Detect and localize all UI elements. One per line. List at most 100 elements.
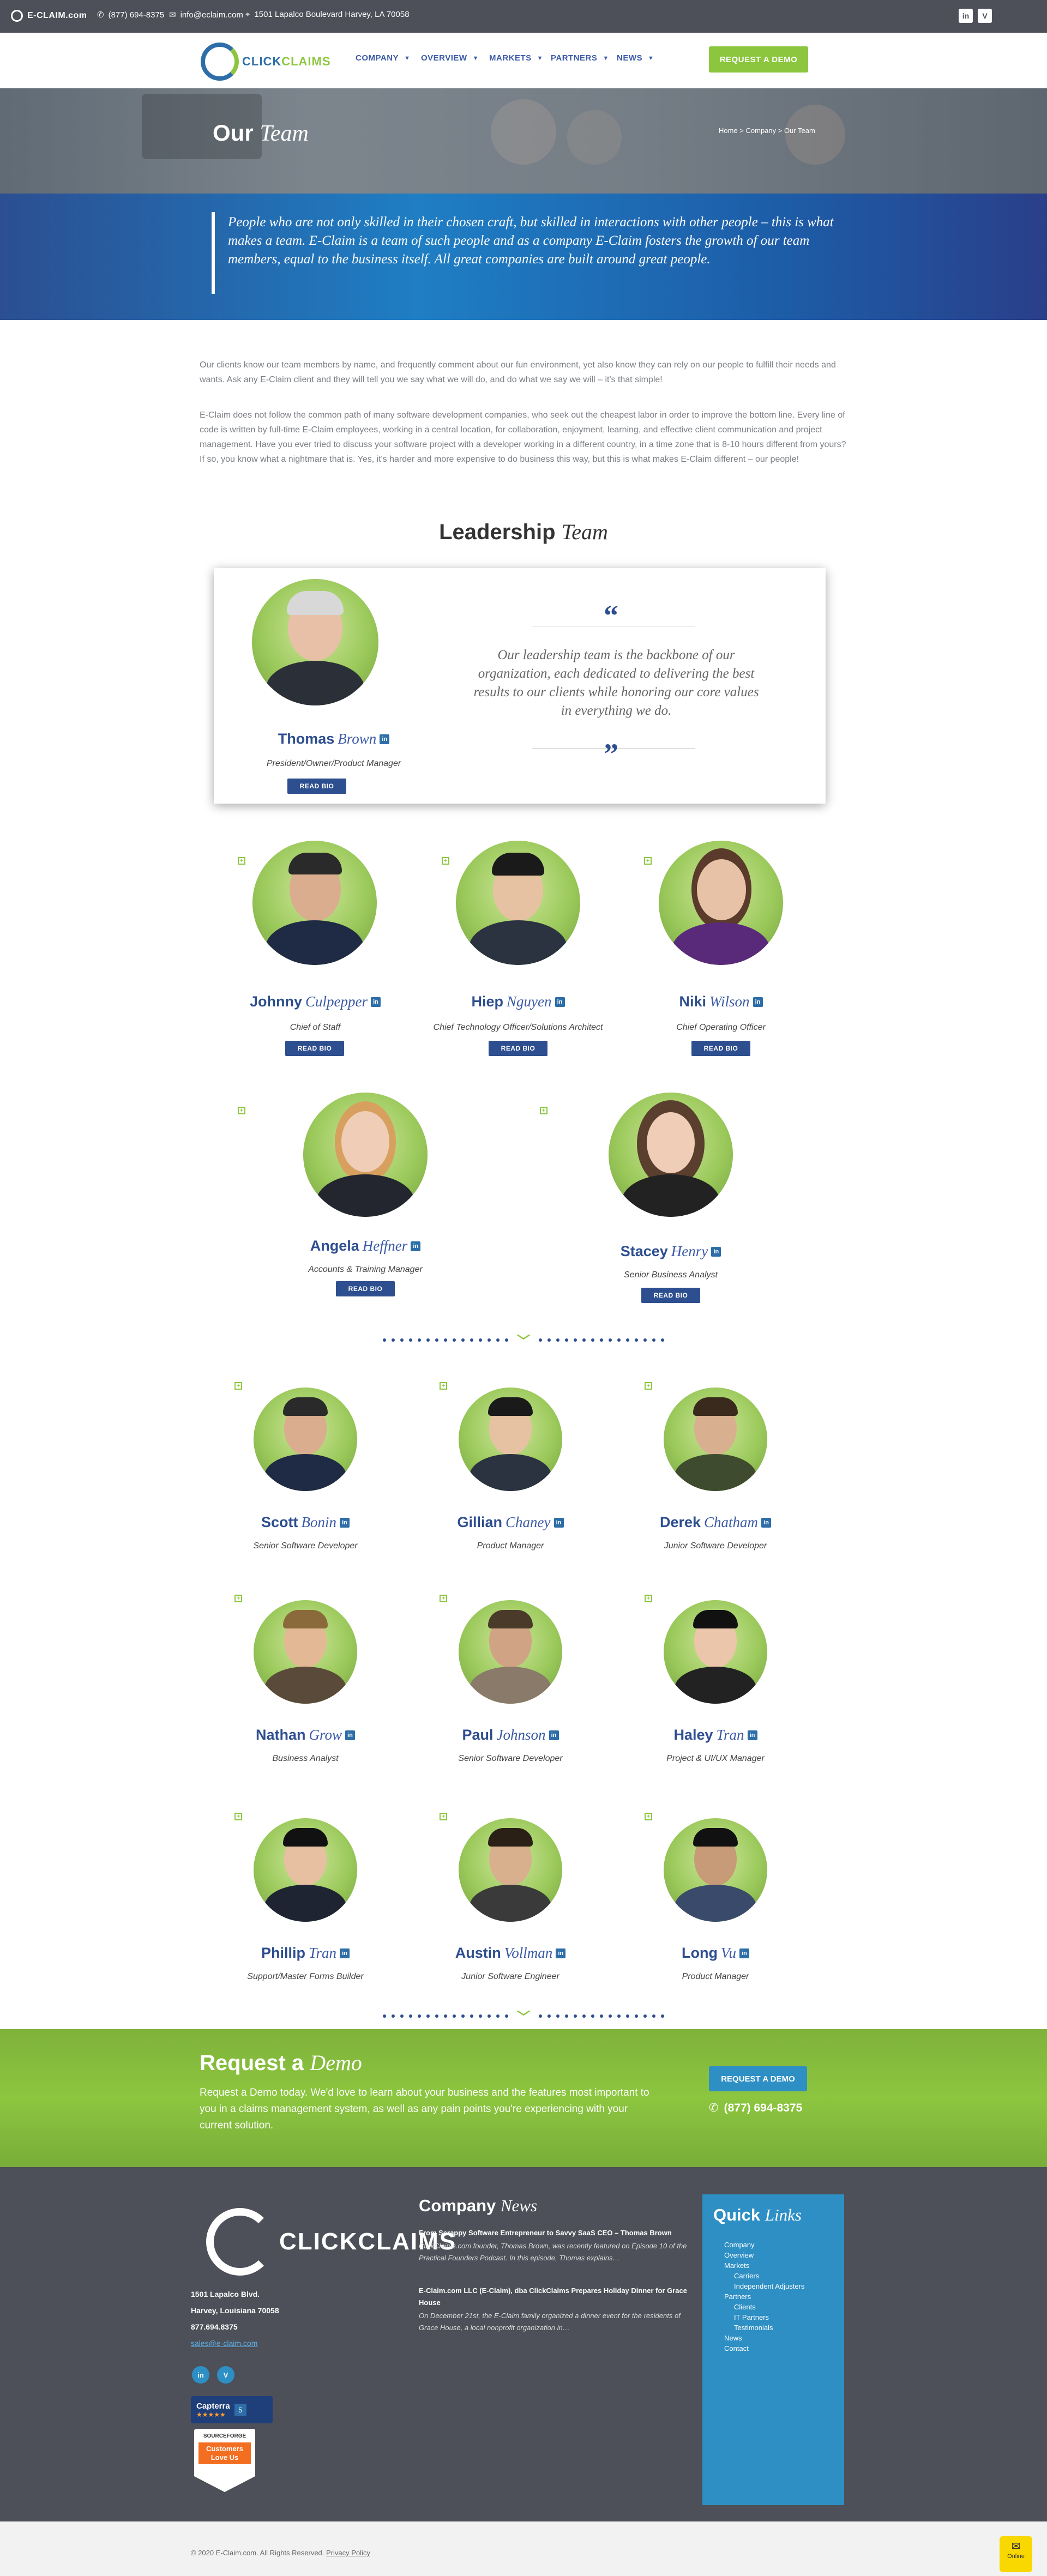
clickclaims-logo[interactable]: CLICKCLAIMS bbox=[201, 43, 331, 81]
name-long-vu: Long Vu in bbox=[618, 1945, 813, 1962]
breadcrumb[interactable]: Home > Company > Our Team bbox=[719, 126, 815, 135]
plus-icon: + bbox=[644, 857, 652, 865]
quick-link[interactable]: Markets bbox=[724, 2261, 749, 2270]
topbar-email[interactable]: ✉ info@eclaim.com bbox=[169, 10, 243, 20]
quick-link[interactable]: Clients bbox=[734, 2303, 756, 2311]
avatar-angela-heffner bbox=[303, 1093, 428, 1217]
linkedin-icon[interactable]: in bbox=[371, 997, 381, 1007]
chevron-down-icon: ▼ bbox=[648, 55, 654, 62]
title-scott-bonin: Senior Software Developer bbox=[253, 1541, 358, 1551]
linkedin-icon[interactable]: in bbox=[549, 1730, 559, 1740]
footer: CLICKCLAIMS 1501 Lapalco Blvd. Harvey, L… bbox=[0, 2167, 1047, 2521]
nav-markets[interactable]: MARKETS ▼ bbox=[489, 53, 543, 63]
read-bio-button[interactable]: READ BIO bbox=[691, 1041, 750, 1056]
quick-link[interactable]: Overview bbox=[724, 2251, 754, 2259]
topbar-phone[interactable]: ✆ (877) 694-8375 bbox=[97, 10, 164, 20]
leadership-quote: Our leadership team is the backbone of o… bbox=[473, 648, 759, 718]
news-excerpt: ClickClaims.com founder, Thomas Brown, w… bbox=[419, 2242, 687, 2262]
vimeo-icon[interactable]: V bbox=[217, 2366, 234, 2384]
title-phillip-tran: Support/Master Forms Builder bbox=[247, 1972, 364, 1981]
request-demo-text: Request a Demo today. We'd love to learn… bbox=[200, 2087, 649, 2131]
chat-widget[interactable]: ✉ Online bbox=[1000, 2536, 1032, 2572]
title-long-vu: Product Manager bbox=[682, 1972, 749, 1981]
read-bio-button[interactable]: READ BIO bbox=[285, 1041, 344, 1056]
sourceforge-badge[interactable]: SOURCEFORGE Customers Love Us bbox=[194, 2429, 255, 2492]
read-bio-button[interactable]: READ BIO bbox=[287, 779, 346, 794]
news-title[interactable]: E-Claim.com LLC (E-Claim), dba ClickClai… bbox=[419, 2285, 691, 2309]
linkedin-icon[interactable]: in bbox=[192, 2366, 209, 2384]
title-gillian-chaney: Product Manager bbox=[477, 1541, 544, 1551]
top-bar: E-CLAIM.com ✆ (877) 694-8375 ✉ info@ecla… bbox=[0, 0, 1047, 33]
chevron-down-icon: ▼ bbox=[472, 55, 479, 62]
linkedin-icon[interactable]: in bbox=[753, 997, 763, 1007]
linkedin-icon[interactable]: in bbox=[345, 1730, 356, 1740]
linkedin-icon[interactable]: in bbox=[340, 1948, 350, 1958]
avatar-johnny-culpepper bbox=[252, 841, 377, 965]
hero-banner: Our Team Home > Company > Our Team bbox=[0, 88, 1047, 194]
nav-company[interactable]: COMPANY ▼ bbox=[356, 53, 410, 63]
quick-link[interactable]: Independent Adjusters bbox=[734, 2282, 804, 2290]
linkedin-icon[interactable]: in bbox=[556, 1948, 566, 1958]
linkedin-icon[interactable]: in bbox=[555, 997, 565, 1007]
name-johnny-culpepper: Johnny Culpepper in bbox=[218, 993, 412, 1010]
plus-icon: + bbox=[238, 1107, 245, 1114]
request-demo-button[interactable]: REQUEST A DEMO bbox=[709, 46, 808, 73]
team-quote-text: People who are not only skilled in their… bbox=[228, 215, 834, 267]
avatar-haley-tran bbox=[664, 1600, 767, 1704]
linkedin-icon[interactable]: in bbox=[553, 1517, 564, 1528]
intro-paragraph-1: Our clients know our team members by nam… bbox=[200, 360, 836, 384]
main-header: CLICKCLAIMS COMPANY ▼ OVERVIEW ▼ MARKETS ▼ … bbox=[0, 33, 1047, 88]
name-austin-vollman: Austin Vollman in bbox=[413, 1945, 607, 1962]
linkedin-icon[interactable]: in bbox=[747, 1730, 757, 1740]
avatar-austin-vollman bbox=[459, 1818, 562, 1922]
quick-link[interactable]: Partners bbox=[724, 2293, 751, 2301]
plus-icon: + bbox=[645, 1595, 652, 1602]
quick-link[interactable]: Company bbox=[724, 2241, 755, 2249]
footer-email[interactable]: sales@e-claim.com bbox=[191, 2335, 279, 2351]
request-demo-heading: Request a Demo bbox=[200, 2050, 362, 2075]
capterra-badge[interactable]: Capterra ★★★★★ 5 bbox=[191, 2396, 273, 2423]
name-gillian-chaney: Gillian Chaney in bbox=[413, 1514, 607, 1531]
read-bio-button[interactable]: READ BIO bbox=[489, 1041, 547, 1056]
linkedin-icon[interactable]: in bbox=[411, 1241, 421, 1251]
title-nathan-grow: Business Analyst bbox=[272, 1754, 339, 1763]
nav-partners[interactable]: PARTNERS ▼ bbox=[551, 53, 609, 63]
quick-link[interactable]: Carriers bbox=[734, 2272, 759, 2280]
nav-news[interactable]: NEWS ▼ bbox=[617, 53, 654, 63]
avatar-hiep-nguyen bbox=[456, 841, 580, 965]
request-demo-button[interactable]: REQUEST A DEMO bbox=[709, 2066, 807, 2091]
location-pin-icon: ⌖ bbox=[245, 10, 250, 19]
plus-icon: + bbox=[440, 1382, 447, 1390]
name-paul-johnson: Paul Johnson in bbox=[413, 1727, 607, 1744]
linkedin-icon[interactable]: in bbox=[739, 1948, 749, 1958]
leadership-heading: Leadership Team bbox=[439, 520, 608, 544]
read-bio-button[interactable]: READ BIO bbox=[641, 1288, 700, 1303]
title-thomas-brown: President/Owner/Product Manager bbox=[266, 759, 401, 768]
vimeo-icon[interactable]: V bbox=[978, 9, 992, 23]
plus-icon: + bbox=[442, 857, 449, 865]
quick-link[interactable]: Testimonials bbox=[734, 2324, 773, 2332]
linkedin-icon[interactable]: in bbox=[711, 1246, 721, 1257]
eclaim-logo-icon bbox=[11, 10, 23, 22]
privacy-policy-link[interactable]: Privacy Policy bbox=[326, 2549, 370, 2557]
news-title[interactable]: From Scrappy Software Entrepreneur to Sa… bbox=[419, 2227, 691, 2239]
avatar-stacey-henry bbox=[609, 1093, 733, 1217]
phone-link[interactable]: ✆ (877) 694-8375 bbox=[709, 2101, 802, 2115]
plus-icon: + bbox=[234, 1813, 242, 1820]
quick-link[interactable]: Contact bbox=[724, 2344, 749, 2352]
eclaim-logo[interactable]: E-CLAIM.com bbox=[11, 10, 87, 22]
read-bio-button[interactable]: READ BIO bbox=[336, 1281, 395, 1296]
linkedin-icon[interactable]: in bbox=[761, 1517, 772, 1528]
linkedin-icon[interactable]: in bbox=[959, 9, 973, 23]
topbar-address: ⌖ 1501 Lapalco Boulevard Harvey, LA 7005… bbox=[245, 10, 410, 19]
title-paul-johnson: Senior Software Developer bbox=[458, 1754, 563, 1763]
chevron-down-icon: ▼ bbox=[404, 55, 411, 62]
linkedin-icon[interactable]: in bbox=[340, 1517, 350, 1528]
footer-phone[interactable]: 877.694.8375 bbox=[191, 2319, 279, 2335]
title-derek-chatham: Junior Software Developer bbox=[664, 1541, 767, 1551]
quick-link[interactable]: IT Partners bbox=[734, 2313, 769, 2321]
quick-link[interactable]: News bbox=[724, 2334, 742, 2342]
nav-overview[interactable]: OVERVIEW ▼ bbox=[421, 53, 479, 63]
linkedin-icon[interactable]: in bbox=[380, 734, 390, 744]
plus-icon: + bbox=[234, 1382, 242, 1390]
